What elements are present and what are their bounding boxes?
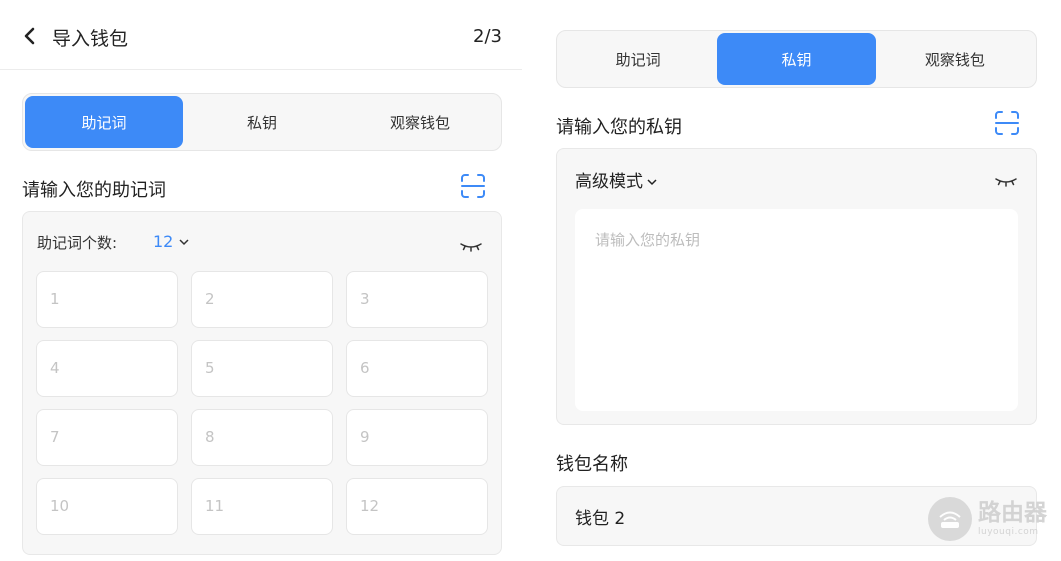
header: 导入钱包 2/3 [0,0,522,70]
mnemonic-word-input[interactable]: 7 [36,409,178,466]
advanced-mode-select[interactable]: 高级模式 [575,167,657,192]
eye-closed-icon[interactable] [459,238,483,252]
mnemonic-input-box: 助记词个数: 12 1 2 3 4 5 6 7 8 9 10 11 12 [22,211,502,555]
mnemonic-word-grid: 1 2 3 4 5 6 7 8 9 10 11 12 [36,271,488,535]
mnemonic-section-label: 请输入您的助记词 [22,180,166,201]
tab-watch-wallet[interactable]: 观察钱包 [876,33,1034,85]
tab-private-key[interactable]: 私钥 [717,33,876,85]
private-key-import-screen: 助记词 私钥 观察钱包 请输入您的私钥 高级模式 钱包名称 钱包 2 [534,0,1061,561]
mnemonic-word-input[interactable]: 3 [346,271,488,328]
mnemonic-word-input[interactable]: 5 [191,340,333,397]
mnemonic-word-input[interactable]: 11 [191,478,333,535]
eye-closed-icon[interactable] [994,173,1018,187]
mnemonic-word-input[interactable]: 1 [36,271,178,328]
chevron-down-icon [179,239,189,246]
wallet-name-label: 钱包名称 [556,454,628,475]
import-type-tabs: 助记词 私钥 观察钱包 [22,93,502,151]
mnemonic-word-input[interactable]: 9 [346,409,488,466]
word-count-value: 12 [153,232,174,251]
page-title: 导入钱包 [52,28,129,50]
wallet-name-value: 钱包 2 [575,508,626,529]
mnemonic-word-input[interactable]: 6 [346,340,488,397]
mnemonic-word-input[interactable]: 8 [191,409,333,466]
mnemonic-word-input[interactable]: 2 [191,271,333,328]
word-count-label: 助记词个数: [37,234,118,252]
scan-icon[interactable] [994,110,1020,136]
watermark-url: luyouqi.com [978,526,1039,537]
watermark-text: 路由器 [978,499,1047,526]
step-indicator: 2/3 [473,26,502,47]
mnemonic-word-input[interactable]: 10 [36,478,178,535]
mnemonic-import-screen: 导入钱包 2/3 助记词 私钥 观察钱包 请输入您的助记词 助记词个数: 12 … [0,0,522,561]
import-type-tabs: 助记词 私钥 观察钱包 [556,30,1037,88]
back-arrow-icon[interactable] [22,26,40,48]
private-key-section-label: 请输入您的私钥 [556,117,682,138]
word-count-select[interactable]: 12 [153,232,189,251]
mnemonic-word-input[interactable]: 4 [36,340,178,397]
chevron-down-icon [647,178,657,185]
scan-icon[interactable] [460,173,486,199]
private-key-input[interactable] [575,209,1018,411]
advanced-mode-label: 高级模式 [575,172,643,192]
tab-mnemonic[interactable]: 助记词 [559,33,717,85]
mnemonic-word-input[interactable]: 12 [346,478,488,535]
tab-private-key[interactable]: 私钥 [183,96,341,148]
panel-divider [522,0,534,561]
watermark: 路由器 luyouqi.com [928,497,1047,541]
tab-watch-wallet[interactable]: 观察钱包 [341,96,499,148]
router-logo-icon [928,497,972,541]
private-key-box: 高级模式 [556,148,1037,425]
tab-mnemonic[interactable]: 助记词 [25,96,183,148]
